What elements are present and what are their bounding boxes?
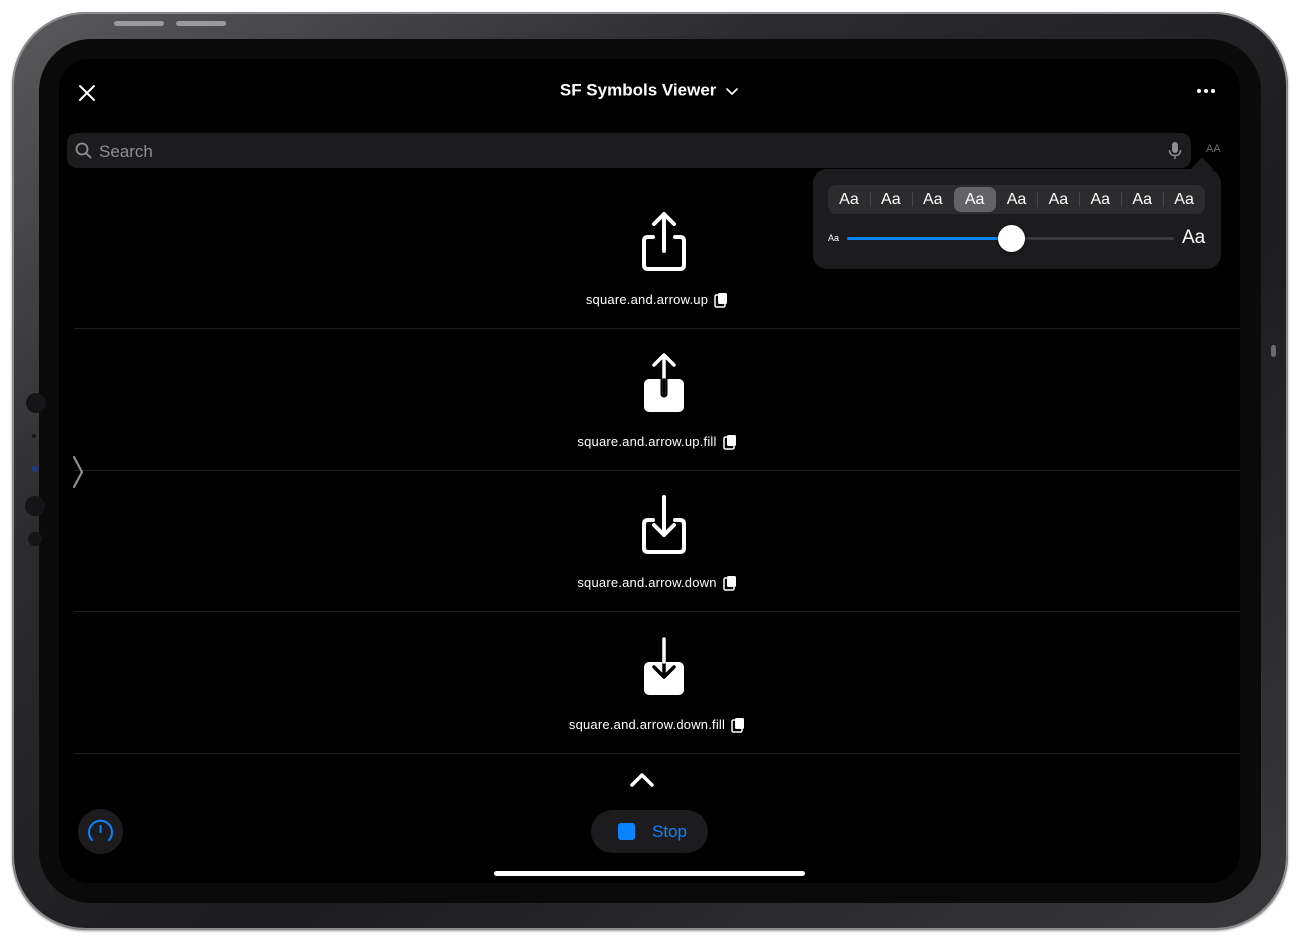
text-size-option[interactable]: Aa [1121,185,1163,214]
camera-dot [28,532,42,546]
list-item[interactable]: square.and.arrow.up.fill [74,329,1240,471]
slider-min-label: Aa [828,233,840,243]
text-size-slider[interactable] [847,225,1174,252]
square-and-arrow-up-fill-icon [644,351,684,412]
page-title: SF Symbols Viewer [559,80,717,100]
text-size-segmented-control: Aa Aa Aa Aa Aa Aa Aa Aa Aa [828,185,1205,214]
text-size-option[interactable]: Aa [1163,185,1205,214]
stop-icon [618,823,635,840]
sensor-dot [32,434,36,438]
symbol-label: square.and.arrow.down.fill [74,716,1240,733]
gauge-icon [88,819,113,841]
text-size-option[interactable]: Aa [828,185,870,214]
volume-up-button [114,21,164,26]
list-item[interactable]: square.and.arrow.down.fill [74,612,1240,754]
text-size-option[interactable]: Aa [1037,185,1079,214]
copy-icon[interactable] [714,292,728,308]
symbol-name: square.and.arrow.up.fill [577,434,717,450]
search-input[interactable] [97,133,1151,170]
slider-max-label: Aa [1182,227,1206,248]
symbol-name: square.and.arrow.down [577,575,717,591]
text-size-option[interactable]: Aa [996,185,1038,214]
copy-icon[interactable] [731,717,745,733]
square-and-arrow-down-icon [642,495,686,554]
symbol-name: square.and.arrow.up [585,292,709,308]
gauge-button[interactable] [78,809,123,854]
slider-thumb[interactable] [997,225,1025,252]
front-camera [32,466,38,472]
text-size-option[interactable]: Aa [911,185,954,214]
text-size-button[interactable]: AA [1206,143,1221,155]
symbol-label: square.and.arrow.down [74,574,1240,591]
nav-title-menu[interactable]: SF Symbols Viewer [59,80,1240,101]
text-size-option[interactable]: Aa [1079,185,1121,214]
home-indicator[interactable] [494,871,805,876]
symbol-label: square.and.arrow.up.fill [74,433,1240,450]
symbol-label: square.and.arrow.up [74,291,1240,308]
microphone-icon[interactable] [1168,141,1182,161]
magnifying-glass-icon [75,142,92,159]
square-and-arrow-down-fill-icon [644,637,684,695]
stop-label: Stop [652,822,687,841]
chevron-up-icon[interactable] [629,771,655,789]
text-size-popover: Aa Aa Aa Aa Aa Aa Aa Aa Aa Aa Aa [813,169,1221,269]
search-bar [67,133,1191,170]
list-item[interactable]: square.and.arrow.down [74,470,1240,612]
chevron-down-icon [726,87,738,95]
side-sensor [1271,345,1276,357]
text-size-option[interactable]: Aa [869,185,912,214]
camera-dot [26,393,46,413]
copy-icon[interactable] [722,575,737,591]
ellipsis-icon[interactable] [1194,81,1218,101]
stop-button[interactable]: Stop [591,810,708,853]
copy-icon[interactable] [722,434,737,450]
screen: SF Symbols Viewer AA square.and.arrow.up [59,59,1240,883]
camera-dot [25,496,45,516]
sidebar-chevron-right-icon[interactable] [71,454,85,490]
square-and-arrow-up-icon [642,212,686,271]
text-size-option-selected[interactable]: Aa [953,187,996,212]
symbol-name: square.and.arrow.down.fill [568,717,726,733]
slider-fill [847,237,1011,240]
volume-down-button [176,21,226,26]
